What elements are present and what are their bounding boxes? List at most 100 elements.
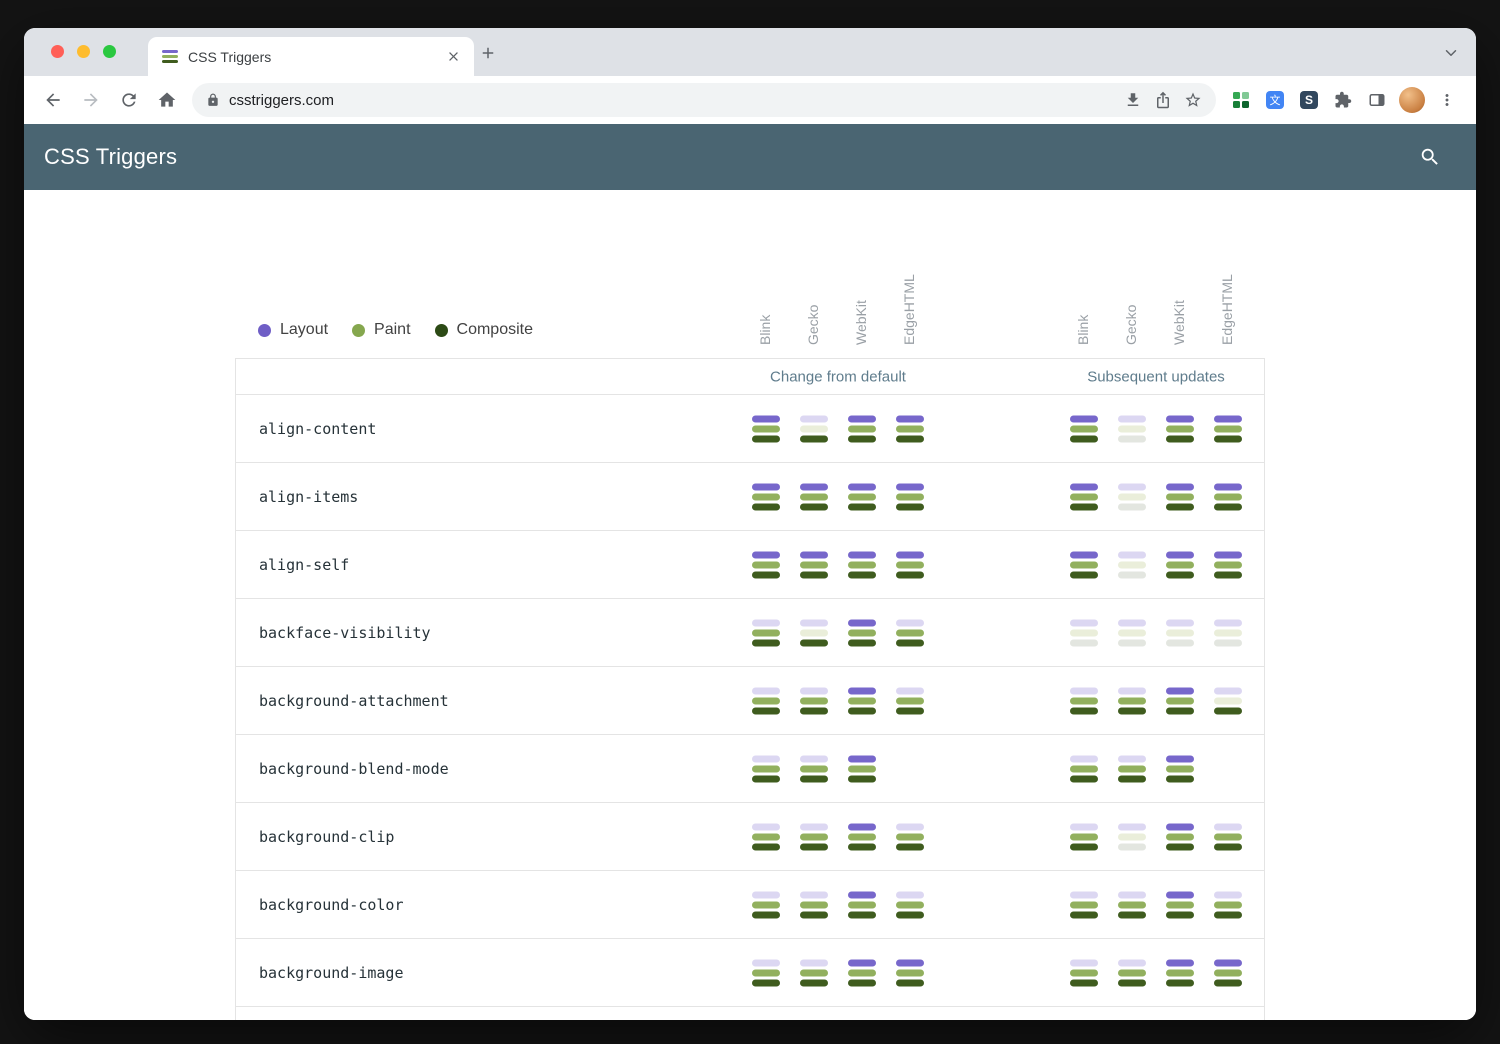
trigger-cell [752,415,780,442]
paint-bar [752,697,780,704]
install-icon[interactable] [1118,85,1148,115]
composite-bar [800,503,828,510]
table-row[interactable]: background-attachment [236,667,1264,735]
layout-bar [752,823,780,830]
paint-bar [896,561,924,568]
search-icon[interactable] [1410,137,1450,177]
bookmark-star-icon[interactable] [1178,85,1208,115]
composite-bar [896,639,924,646]
layout-bar [1118,483,1146,490]
trigger-cell [1118,483,1146,510]
trigger-cell [800,823,828,850]
table-row[interactable]: background-color [236,871,1264,939]
url-text: csstriggers.com [229,91,335,109]
trigger-cell [800,415,828,442]
browser-tab[interactable]: CSS Triggers [148,37,474,76]
tab-search-chevron-icon[interactable] [1442,44,1460,62]
layout-bar [752,959,780,966]
composite-bar [1118,639,1146,646]
layout-bar [896,959,924,966]
traffic-light-zoom[interactable] [103,45,116,58]
table-row[interactable]: backface-visibility [236,599,1264,667]
composite-bar [800,843,828,850]
browser-column-label: WebKit [1171,300,1187,345]
table-row[interactable]: background-blend-mode [236,735,1264,803]
group-header-change: Change from default [770,368,906,385]
trigger-cell [752,551,780,578]
traffic-light-minimize[interactable] [77,45,90,58]
layout-bar [848,619,876,626]
home-button[interactable] [148,81,186,119]
layout-bar [1070,755,1098,762]
layout-bar [848,483,876,490]
layout-bar [1166,755,1194,762]
trigger-cell [1214,959,1242,986]
composite-bar [1118,911,1146,918]
trigger-cell [1118,687,1146,714]
trigger-cell [800,755,828,782]
composite-bar [752,435,780,442]
trigger-cell [896,959,924,986]
layout-bar [896,891,924,898]
layout-bar [896,415,924,422]
browser-column-label: Blink [757,314,773,345]
extension-s-icon[interactable]: S [1292,83,1326,117]
share-icon[interactable] [1148,85,1178,115]
back-button[interactable] [34,81,72,119]
table-row[interactable]: align-items [236,463,1264,531]
menu-kebab-icon[interactable] [1430,83,1464,117]
composite-bar [848,571,876,578]
table-row[interactable]: background-image [236,939,1264,1007]
composite-bar [1166,707,1194,714]
address-bar[interactable]: csstriggers.com [192,83,1216,117]
forward-button[interactable] [72,81,110,119]
reload-button[interactable] [110,81,148,119]
composite-bar [1214,435,1242,442]
extension-translate-icon[interactable]: 文 [1258,83,1292,117]
paint-bar [1214,901,1242,908]
trigger-cell [1166,687,1194,714]
layout-bar [848,891,876,898]
trigger-cell [1070,959,1098,986]
trigger-cell [1070,415,1098,442]
browser-column-label: Gecko [1123,304,1139,345]
table-row[interactable]: align-self [236,531,1264,599]
trigger-cell [1214,551,1242,578]
layout-bar [1166,687,1194,694]
side-panel-icon[interactable] [1360,83,1394,117]
layout-bar [1070,823,1098,830]
trigger-cell [1166,823,1194,850]
trigger-cell [1118,959,1146,986]
trigger-cell [1214,687,1242,714]
legend-item: Layout [258,321,328,339]
legend-item: Paint [352,321,411,339]
paint-bar [1118,493,1146,500]
browser-column-label: Blink [1075,314,1091,345]
tab-close-icon[interactable] [442,46,464,68]
layout-bar [1166,483,1194,490]
tab-title: CSS Triggers [188,48,272,65]
composite-bar [848,775,876,782]
extension-grid-icon[interactable] [1224,83,1258,117]
trigger-cell [752,891,780,918]
composite-bar [896,843,924,850]
composite-bar [1214,707,1242,714]
table-row[interactable]: align-content [236,395,1264,463]
extensions-puzzle-icon[interactable] [1326,83,1360,117]
paint-bar [1214,425,1242,432]
paint-bar [1214,629,1242,636]
layout-bar [800,483,828,490]
traffic-light-close[interactable] [51,45,64,58]
paint-bar [848,833,876,840]
profile-avatar[interactable] [1399,87,1425,113]
trigger-cell [848,619,876,646]
trigger-cell [896,823,924,850]
site-header: CSS Triggers [24,124,1476,190]
composite-bar [1166,503,1194,510]
paint-bar [1118,425,1146,432]
composite-bar [800,775,828,782]
composite-bar [848,707,876,714]
css-property-name: background-blend-mode [259,759,449,778]
new-tab-button[interactable] [476,41,500,65]
table-row[interactable]: background-clip [236,803,1264,871]
